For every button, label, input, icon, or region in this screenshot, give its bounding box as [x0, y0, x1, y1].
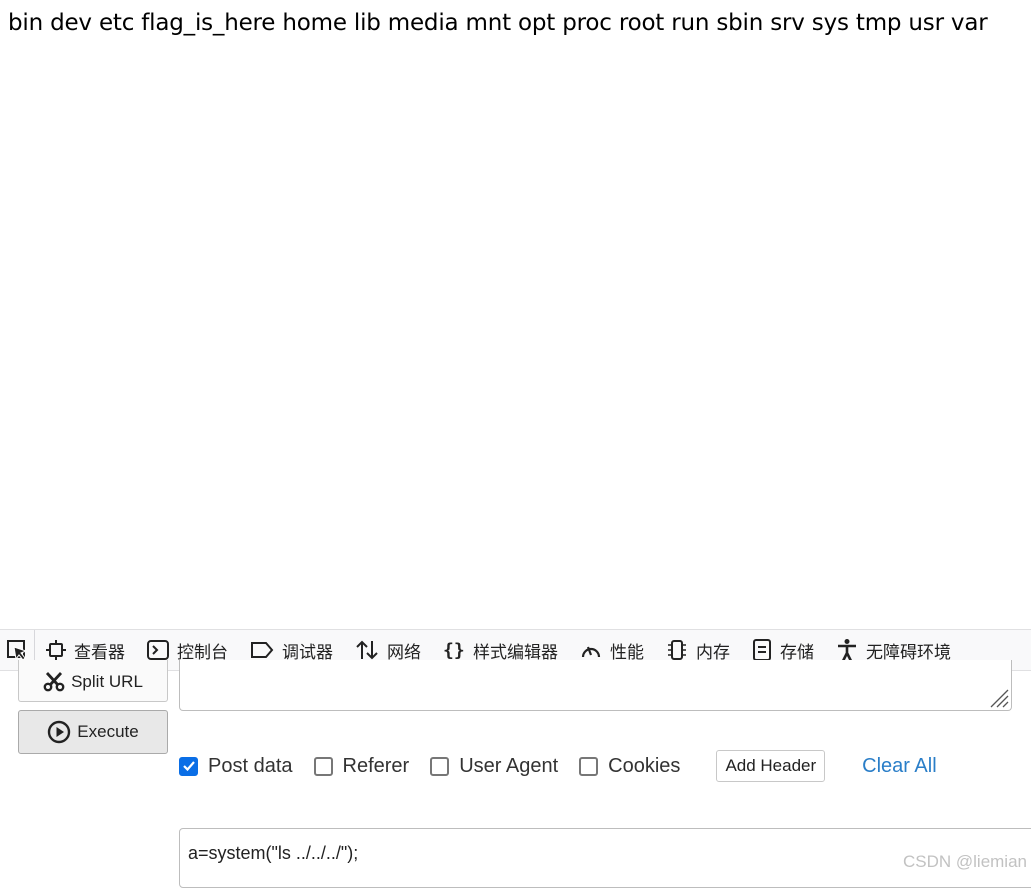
post-data-option[interactable]: Post data — [179, 755, 293, 778]
storage-icon — [753, 639, 771, 661]
add-header-button[interactable]: Add Header — [716, 750, 826, 782]
referer-option[interactable]: Referer — [313, 754, 410, 778]
user-agent-label: User Agent — [459, 754, 559, 777]
svg-text:{}: {} — [443, 640, 465, 661]
accessibility-icon — [838, 639, 856, 662]
tab-label: 存储 — [780, 642, 814, 663]
split-url-button[interactable]: Split URL — [18, 660, 168, 702]
resize-grip-icon[interactable] — [987, 688, 1009, 708]
tab-label: 调试器 — [282, 642, 333, 663]
tab-label: 无障碍环境 — [866, 642, 951, 663]
performance-icon — [581, 646, 601, 658]
user-agent-checkbox[interactable] — [430, 756, 450, 776]
url-textarea[interactable] — [179, 660, 1012, 711]
style-editor-icon: {} — [443, 640, 465, 661]
post-data-label: Post data — [208, 754, 293, 777]
tab-label: 性能 — [610, 642, 644, 663]
execute-label: Execute — [77, 722, 139, 741]
debugger-icon — [251, 642, 274, 658]
cookies-label: Cookies — [608, 754, 681, 777]
page-output-text: bin dev etc flag_is_here home lib media … — [8, 10, 988, 36]
scissors-icon — [43, 671, 65, 691]
execute-button[interactable]: Execute — [18, 710, 168, 754]
tab-label: 查看器 — [74, 642, 125, 663]
watermark: CSDN @liemian — [902, 852, 1027, 871]
memory-icon — [668, 640, 686, 660]
clear-all-link[interactable]: Clear All — [862, 755, 936, 778]
checkmark-icon — [182, 761, 195, 772]
tab-label: 内存 — [696, 642, 730, 663]
tab-label: 样式编辑器 — [473, 642, 558, 663]
play-circle-icon — [48, 720, 71, 744]
element-picker-icon — [7, 640, 28, 661]
referer-checkbox[interactable] — [313, 756, 333, 776]
tab-label: 控制台 — [177, 642, 228, 663]
network-icon — [356, 640, 378, 660]
cookies-checkbox[interactable] — [579, 756, 599, 776]
tab-label: 网络 — [387, 642, 421, 663]
referer-label: Referer — [342, 754, 410, 777]
cookies-option[interactable]: Cookies — [579, 755, 680, 778]
inspector-icon — [46, 640, 66, 660]
split-url-label: Split URL — [71, 671, 143, 691]
post-data-checkbox[interactable] — [179, 756, 198, 776]
user-agent-option[interactable]: User Agent — [430, 755, 558, 778]
request-options: Post data Referer User Agent Cookies Add… — [179, 750, 937, 782]
console-icon — [147, 640, 169, 660]
